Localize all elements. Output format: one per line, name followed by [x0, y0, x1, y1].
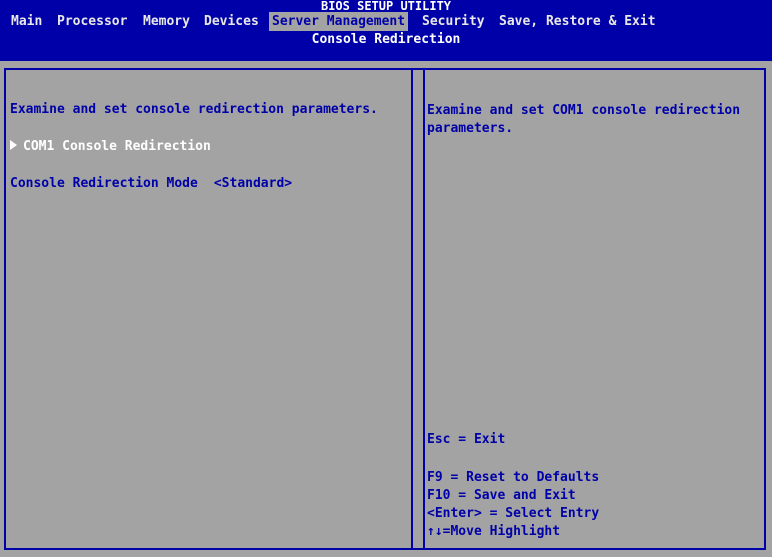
main-description: Examine and set console redirection para… [10, 102, 378, 117]
submenu-arrow-icon [10, 140, 17, 150]
menu-bar: Main Processor Memory Devices Server Man… [0, 12, 772, 31]
section-title: Console Redirection [311, 32, 461, 47]
panel-divider-right [423, 70, 425, 548]
help-f9: F9 = Reset to Defaults [427, 470, 600, 485]
menu-item-memory[interactable]: Memory [140, 12, 193, 31]
menu-item-processor[interactable]: Processor [54, 12, 130, 31]
console-redirection-mode-row[interactable]: Console Redirection Mode <Standard> [10, 176, 292, 191]
help-esc: Esc = Exit [427, 432, 506, 447]
help-enter: <Enter> = Select Entry [427, 506, 600, 521]
menu-item-security[interactable]: Security [419, 12, 488, 31]
menu-item-main[interactable]: Main [8, 12, 45, 31]
section-title-bar: Console Redirection [0, 31, 772, 61]
menu-item-server-management[interactable]: Server Management [269, 12, 409, 31]
help-keys: F9 = Reset to Defaults F10 = Save and Ex… [427, 469, 599, 541]
panel-divider-left [411, 70, 413, 548]
help-description-line-1: Examine and set COM1 console redirection [427, 103, 741, 118]
menu-item-devices[interactable]: Devices [201, 12, 262, 31]
title-bar: BIOS SETUP UTILITY [0, 0, 772, 13]
mode-value[interactable]: <Standard> [214, 176, 292, 191]
help-move-highlight: ↑↓=Move Highlight [427, 524, 561, 539]
help-description-line-2: parameters. [427, 121, 514, 136]
bios-screen: BIOS SETUP UTILITY Main Processor Memory… [0, 0, 772, 557]
mode-label: Console Redirection Mode [10, 176, 198, 191]
help-description: Examine and set COM1 console redirection… [427, 102, 740, 138]
submenu-label: COM1 Console Redirection [23, 139, 211, 154]
menu-item-save-restore-exit[interactable]: Save, Restore & Exit [496, 12, 659, 31]
submenu-com1-console-redirection[interactable]: COM1 Console Redirection [10, 139, 211, 154]
help-f10: F10 = Save and Exit [427, 488, 576, 503]
